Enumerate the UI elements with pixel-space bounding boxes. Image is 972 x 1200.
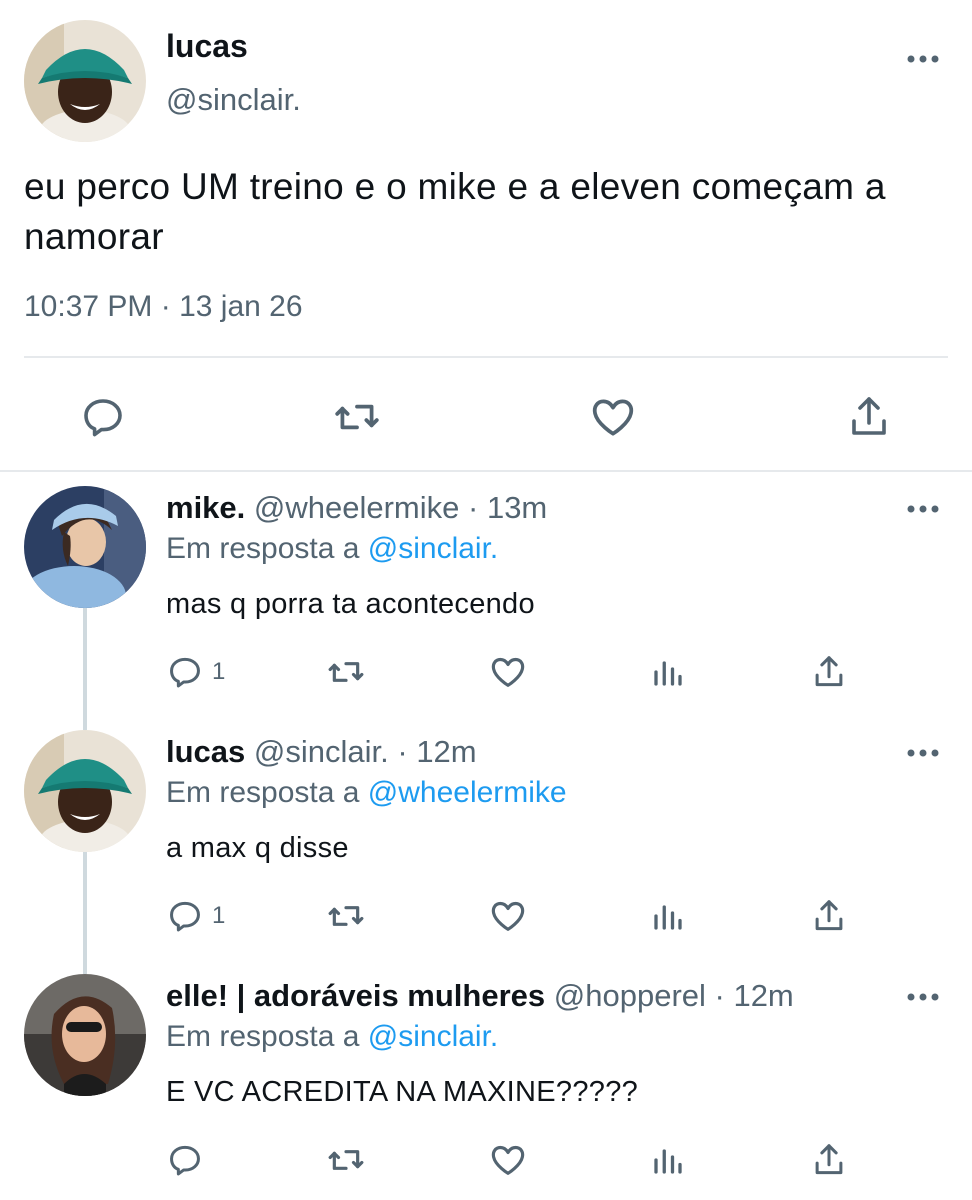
divider bbox=[0, 470, 972, 472]
reply-icon[interactable] bbox=[76, 390, 130, 444]
reply-text: mas q porra ta acontecendo bbox=[166, 588, 535, 620]
more-options-icon[interactable] bbox=[906, 52, 940, 66]
separator: · bbox=[459, 490, 487, 525]
more-options-icon[interactable] bbox=[906, 502, 940, 516]
like-icon[interactable] bbox=[488, 652, 528, 692]
main-tweet-handle[interactable]: @sinclair. bbox=[166, 82, 301, 118]
more-options-icon[interactable] bbox=[906, 990, 940, 1004]
reply-avatar[interactable] bbox=[24, 486, 146, 608]
analytics-icon[interactable] bbox=[650, 652, 686, 692]
divider bbox=[24, 356, 948, 358]
main-tweet-timestamp[interactable]: 10:37 PM · 13 jan 26 bbox=[24, 290, 303, 324]
reply-text: a max q disse bbox=[166, 832, 349, 864]
reply-action[interactable]: 1 bbox=[166, 896, 225, 936]
reply-action[interactable] bbox=[166, 1140, 212, 1180]
reply-context: Em resposta a @wheelermike bbox=[166, 776, 567, 810]
mention-link[interactable]: @wheelermike bbox=[368, 776, 567, 809]
analytics-icon[interactable] bbox=[650, 1140, 686, 1180]
reply-header: mike. @wheelermike · 13m bbox=[166, 490, 547, 526]
reply-action[interactable]: 1 bbox=[166, 652, 225, 692]
retweet-icon[interactable] bbox=[326, 896, 366, 936]
reply-text: E VC ACREDITA NA MAXINE????? bbox=[166, 1076, 639, 1108]
retweet-icon[interactable] bbox=[326, 1140, 366, 1180]
reply-context: Em resposta a @sinclair. bbox=[166, 532, 498, 566]
thread-line bbox=[83, 608, 87, 730]
reply-time[interactable]: 12m bbox=[733, 978, 793, 1013]
more-options-icon[interactable] bbox=[906, 746, 940, 760]
retweet-icon[interactable] bbox=[330, 390, 384, 444]
like-icon[interactable] bbox=[488, 1140, 528, 1180]
reply-count: 1 bbox=[212, 658, 226, 685]
separator: · bbox=[705, 978, 734, 1013]
main-tweet-name[interactable]: lucas bbox=[166, 28, 248, 65]
reply-avatar[interactable] bbox=[24, 730, 146, 852]
analytics-icon[interactable] bbox=[650, 896, 686, 936]
reply-author-handle[interactable]: @wheelermike bbox=[254, 490, 459, 525]
share-icon[interactable] bbox=[842, 390, 896, 444]
reply-author-name[interactable]: lucas bbox=[166, 734, 245, 769]
reply-header: elle! | adoráveis mulheres @hopperel · 1… bbox=[166, 978, 794, 1014]
thread-line bbox=[83, 852, 87, 974]
reply-avatar[interactable] bbox=[24, 974, 146, 1096]
reply-header: lucas @sinclair. · 12m bbox=[166, 734, 477, 770]
reply-author-handle[interactable]: @sinclair. bbox=[254, 734, 389, 769]
main-tweet-text: eu perco UM treino e o mike e a eleven c… bbox=[24, 166, 886, 257]
retweet-icon[interactable] bbox=[326, 652, 366, 692]
reply-context: Em resposta a @sinclair. bbox=[166, 1020, 498, 1054]
like-icon[interactable] bbox=[488, 896, 528, 936]
reply-prefix: Em resposta a bbox=[166, 776, 360, 809]
main-tweet-avatar[interactable] bbox=[24, 20, 146, 142]
reply-prefix: Em resposta a bbox=[166, 1020, 360, 1053]
share-icon[interactable] bbox=[810, 1140, 848, 1180]
reply-time[interactable]: 13m bbox=[487, 490, 547, 525]
reply-author-name[interactable]: mike. bbox=[166, 490, 245, 525]
reply-time[interactable]: 12m bbox=[416, 734, 476, 769]
share-icon[interactable] bbox=[810, 652, 848, 692]
reply-prefix: Em resposta a bbox=[166, 532, 360, 565]
reply-author-name[interactable]: elle! | adoráveis mulheres bbox=[166, 978, 545, 1013]
mention-link[interactable]: @sinclair. bbox=[368, 532, 499, 565]
reply-author-handle[interactable]: @hopperel bbox=[554, 978, 706, 1013]
mention-link[interactable]: @sinclair. bbox=[368, 1020, 499, 1053]
like-icon[interactable] bbox=[586, 390, 640, 444]
reply-count: 1 bbox=[212, 902, 226, 929]
separator: · bbox=[388, 734, 417, 769]
share-icon[interactable] bbox=[810, 896, 848, 936]
